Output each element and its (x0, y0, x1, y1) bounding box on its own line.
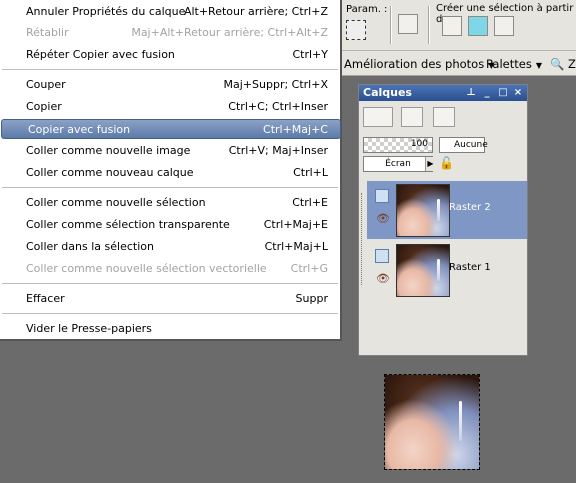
layers-title: Calques (363, 86, 412, 99)
menu-item-repeat[interactable]: Répéter Copier avec fusion Ctrl+Y (0, 45, 340, 65)
new-layer-icon[interactable] (363, 107, 393, 127)
maximize-icon[interactable]: □ (497, 86, 509, 99)
layer-name: Raster 2 (449, 202, 491, 213)
menu-separator (2, 313, 338, 314)
menu-item-paste-new-layer[interactable]: Coller comme nouveau calque Ctrl+L (0, 163, 340, 183)
delete-layer-icon[interactable] (401, 107, 423, 127)
menu-item-empty-clipboard[interactable]: Vider le Presse-papiers (0, 319, 340, 339)
layer-properties-icon[interactable] (433, 107, 455, 127)
menu-item-undo[interactable]: Annuler Propriétés du calque Alt+Retour a… (0, 2, 340, 22)
blend-mode-arrow-icon[interactable]: ▶ (425, 157, 435, 171)
opacity-value: 100 (410, 139, 428, 149)
layers-palette: Calques ⊥ _ □ × 100 Aucune Écran ▶ 🔓 👁 R… (358, 84, 528, 356)
from-mask-icon[interactable] (494, 16, 514, 36)
lock-icon[interactable]: 🔓 (439, 155, 455, 171)
magnifier-icon: 🔍 (550, 57, 565, 71)
layer-row-raster-1[interactable]: 👁 Raster 1 (367, 241, 527, 299)
layer-row-raster-2[interactable]: 👁 Raster 2 (367, 181, 527, 239)
from-layer-opacity-icon[interactable] (442, 16, 462, 36)
opacity-field[interactable]: 100 (363, 137, 433, 153)
layer-list: 👁 Raster 2 👁 Raster 1 (367, 181, 527, 301)
menu-item-paste-new-image[interactable]: Coller comme nouvelle image Ctrl+V; Maj+I… (0, 141, 340, 161)
layer-name: Raster 1 (449, 262, 491, 273)
param-label: Param. : (346, 4, 388, 15)
layer-thumbnail (396, 244, 450, 297)
canvas-image[interactable] (384, 374, 480, 470)
layer-visibility-icon[interactable] (375, 189, 389, 203)
layer-thumbnail (396, 184, 450, 237)
dropdown-arrow-icon: ▼ (535, 61, 542, 70)
close-icon[interactable]: × (512, 86, 524, 99)
layers-title-bar[interactable]: Calques ⊥ _ □ × (359, 85, 527, 101)
menu-item-paste-vector-selection[interactable]: Coller comme nouvelle sélection vectorie… (0, 259, 340, 279)
menu-separator (2, 187, 338, 188)
menu-item-copy-merged[interactable]: Copier avec fusion Ctrl+Maj+C (1, 119, 341, 139)
pin-icon[interactable]: ⊥ (465, 86, 477, 99)
menu-zoom[interactable]: 🔍 Z (550, 57, 576, 71)
menu-photo-enhancement[interactable]: Amélioration des photos ▼ (344, 57, 494, 71)
menu-separator (2, 69, 338, 70)
eye-icon[interactable]: 👁 (376, 272, 390, 285)
menu-item-paste-new-selection[interactable]: Coller comme nouvelle sélection Ctrl+E (0, 193, 340, 213)
menu-item-paste-transparent-selection[interactable]: Coller comme sélection transparente Ctrl+… (0, 215, 340, 235)
edit-context-menu: Annuler Propriétés du calque Alt+Retour a… (0, 0, 342, 341)
from-layer-icon[interactable] (468, 16, 488, 36)
menu-bar: Amélioration des photos ▼ Palettes ▼ 🔍 Z (340, 51, 576, 76)
menu-item-cut[interactable]: Couper Maj+Suppr; Ctrl+X (0, 75, 340, 95)
layers-toolbar (359, 102, 527, 132)
mask-button[interactable]: Aucune (439, 137, 488, 153)
layer-visibility-icon[interactable] (375, 249, 389, 263)
minimize-icon[interactable]: _ (481, 86, 493, 99)
selection-mode-dropdown[interactable] (346, 20, 366, 40)
group-guide-line (361, 193, 363, 285)
blend-mode-select[interactable]: Écran (363, 156, 433, 172)
menu-item-copy[interactable]: Copier Ctrl+C; Ctrl+Inser (0, 97, 340, 117)
eye-icon[interactable]: 👁 (376, 212, 390, 225)
tool-options-bar: Param. : Créer une sélection à partir de… (340, 0, 576, 51)
menu-palettes[interactable]: Palettes ▼ (486, 57, 542, 71)
menu-separator (2, 283, 338, 284)
menu-item-redo[interactable]: Rétablir Maj+Alt+Retour arrière; Ctrl+Alt… (0, 23, 340, 43)
selection-shape-icon[interactable] (398, 14, 418, 34)
menu-item-clear[interactable]: Effacer Suppr (0, 289, 340, 309)
menu-item-paste-into-selection[interactable]: Coller dans la sélection Ctrl+Maj+L (0, 237, 340, 257)
